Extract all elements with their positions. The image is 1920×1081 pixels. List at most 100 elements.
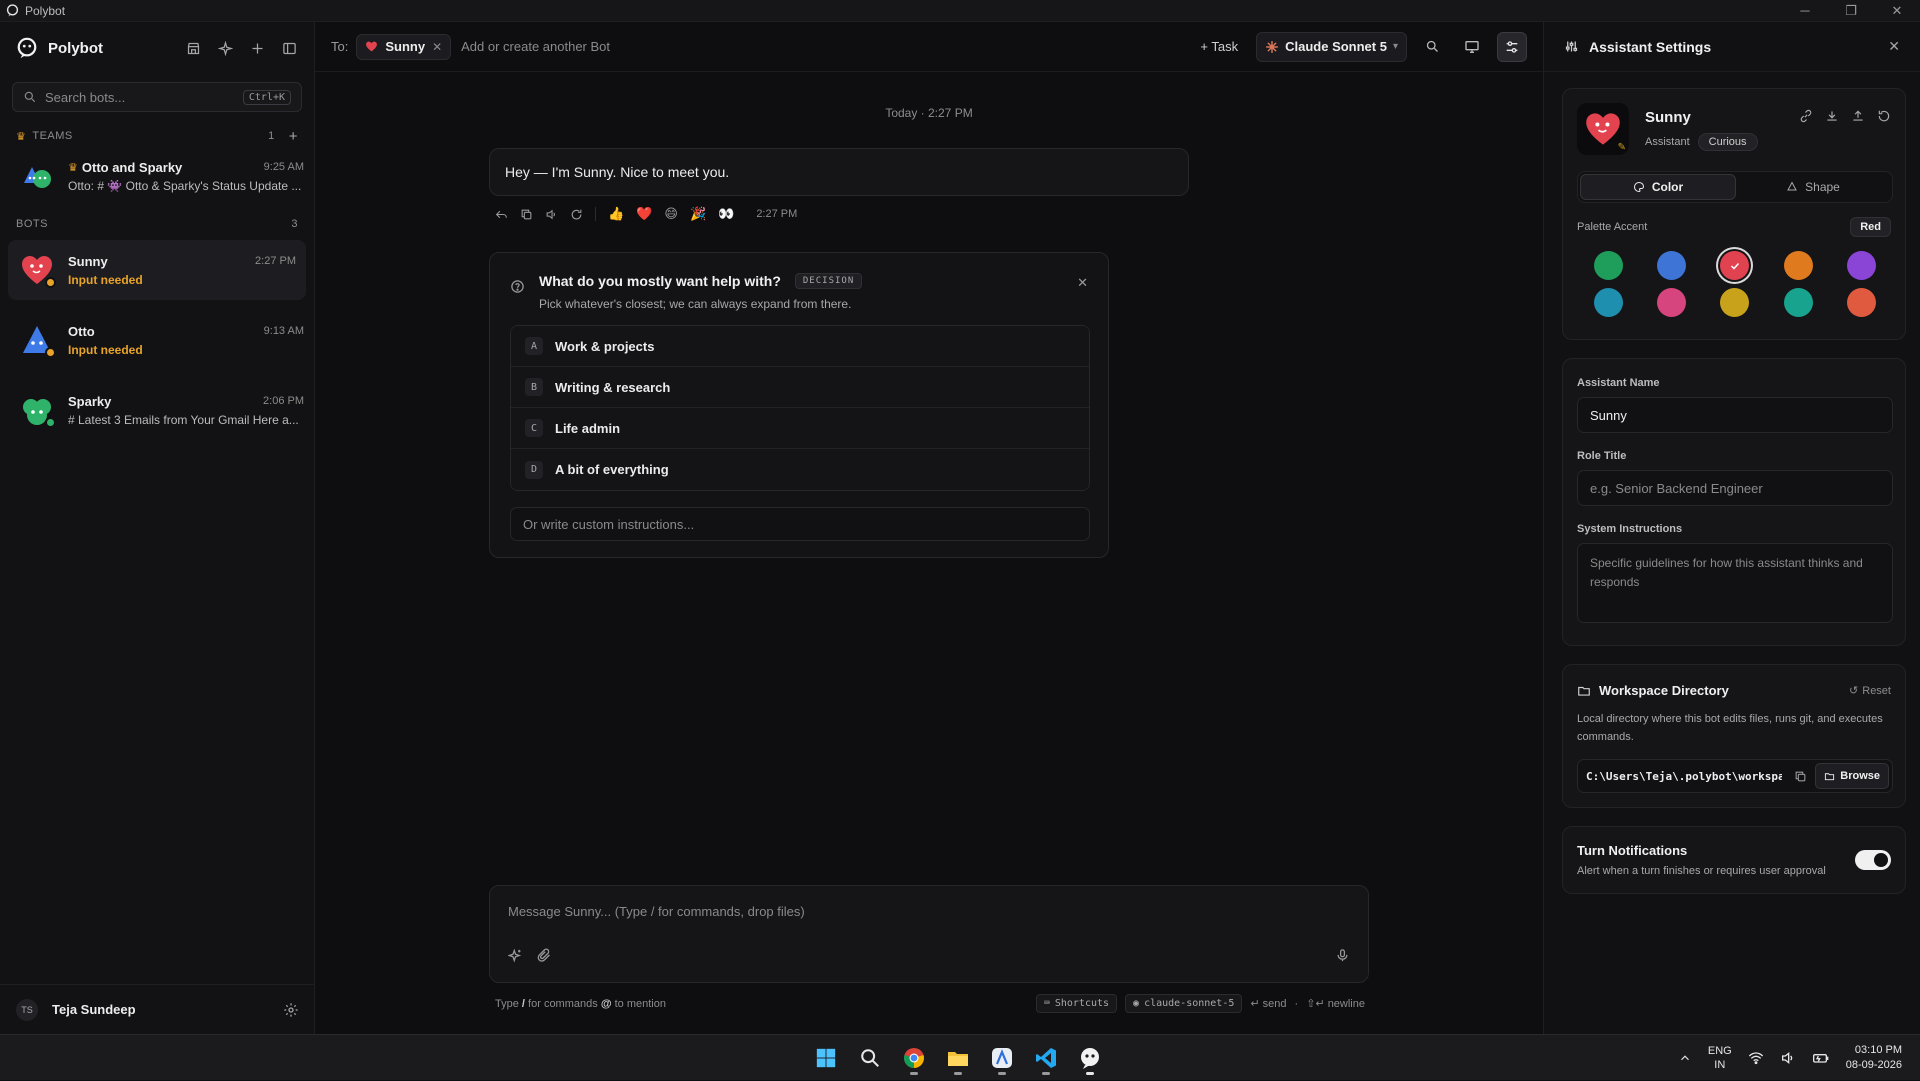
tab-shape[interactable]: Shape bbox=[1736, 174, 1890, 200]
notifications-toggle[interactable] bbox=[1855, 850, 1891, 870]
copy-path-icon[interactable] bbox=[1794, 770, 1807, 783]
add-team-button[interactable]: + bbox=[289, 128, 298, 145]
vscode-icon[interactable] bbox=[1030, 1039, 1062, 1077]
link-icon[interactable] bbox=[1799, 109, 1813, 123]
microphone-icon[interactable] bbox=[1335, 948, 1350, 963]
edit-pencil-icon[interactable]: ✎ bbox=[1618, 142, 1626, 153]
reset-icon[interactable] bbox=[1877, 109, 1891, 123]
color-swatch[interactable] bbox=[1720, 251, 1750, 280]
bot-time: 9:13 AM bbox=[263, 325, 304, 337]
remove-recipient-icon[interactable]: ✕ bbox=[432, 40, 442, 54]
workspace-path-input[interactable] bbox=[1586, 769, 1782, 783]
settings-panel-toggle-icon[interactable] bbox=[1497, 31, 1527, 62]
reaction-eyes[interactable]: 👀 bbox=[718, 206, 734, 222]
color-swatch[interactable] bbox=[1783, 288, 1813, 317]
language-code: ENG bbox=[1707, 1044, 1732, 1057]
bot-item-otto[interactable]: Otto 9:13 AM Input needed bbox=[0, 310, 314, 370]
bot-item-sparky[interactable]: Sparky 2:06 PM # Latest 3 Emails from Yo… bbox=[0, 380, 314, 440]
app-icon[interactable] bbox=[986, 1039, 1018, 1077]
reaction-thumbs-up[interactable]: 👍 bbox=[608, 206, 624, 222]
color-swatch[interactable] bbox=[1783, 251, 1813, 280]
role-title-input[interactable] bbox=[1577, 470, 1893, 506]
bot-item-sunny[interactable]: Sunny 2:27 PM Input needed bbox=[8, 240, 306, 300]
recipient-chip[interactable]: Sunny ✕ bbox=[356, 33, 452, 60]
running-indicator bbox=[954, 1072, 962, 1075]
battery-icon[interactable] bbox=[1812, 1050, 1830, 1066]
color-swatch[interactable] bbox=[1846, 251, 1876, 280]
close-window-button[interactable]: ✕ bbox=[1874, 0, 1920, 22]
message-input[interactable] bbox=[508, 904, 1328, 928]
speaker-icon[interactable] bbox=[545, 208, 558, 221]
user-name: Teja Sundeep bbox=[52, 1002, 136, 1017]
assistant-avatar[interactable]: ✎ bbox=[1577, 103, 1629, 155]
team-item-otto-and-sparky[interactable]: ♛ Otto and Sparky 9:25 AM Otto: # 👾 Otto… bbox=[0, 146, 314, 206]
reply-icon[interactable] bbox=[495, 208, 508, 221]
decision-tag: DECISION bbox=[794, 273, 863, 289]
color-swatch[interactable] bbox=[1657, 251, 1687, 280]
shortcuts-button[interactable]: ⌨ Shortcuts bbox=[1035, 994, 1118, 1013]
upload-icon[interactable] bbox=[1851, 109, 1865, 123]
language-indicator[interactable]: ENG IN bbox=[1708, 1044, 1732, 1073]
reaction-party[interactable]: 🎉 bbox=[690, 206, 706, 222]
chrome-icon[interactable] bbox=[898, 1039, 930, 1077]
tab-color[interactable]: Color bbox=[1580, 174, 1736, 200]
color-swatch[interactable] bbox=[1657, 288, 1687, 317]
message-time: 2:27 PM bbox=[756, 208, 798, 220]
search-icon[interactable] bbox=[854, 1039, 886, 1077]
color-swatch[interactable] bbox=[1594, 251, 1624, 280]
search-bots[interactable]: Ctrl+K bbox=[12, 82, 302, 112]
sparkle-tools-icon[interactable] bbox=[508, 948, 523, 963]
decision-option-b[interactable]: B Writing & research bbox=[511, 367, 1089, 408]
clock[interactable]: 03:10 PM 08-09-2026 bbox=[1846, 1043, 1902, 1073]
bot-name: Sparky bbox=[68, 393, 112, 409]
chevron-up-icon[interactable] bbox=[1678, 1051, 1692, 1065]
search-input[interactable] bbox=[45, 89, 235, 105]
bot-status: Input needed bbox=[68, 342, 143, 357]
decision-option-d[interactable]: D A bit of everything bbox=[511, 449, 1089, 490]
reaction-smile[interactable]: 😄 bbox=[664, 206, 678, 222]
regenerate-icon[interactable] bbox=[570, 208, 583, 221]
assistant-name-input[interactable] bbox=[1577, 397, 1893, 433]
download-icon[interactable] bbox=[1825, 109, 1839, 123]
store-icon[interactable] bbox=[184, 39, 202, 57]
polybot-taskbar-icon[interactable] bbox=[1074, 1039, 1106, 1077]
search-chat-icon[interactable] bbox=[1417, 32, 1447, 62]
chat-topbar: To: Sunny ✕ + Task Claude Sonnet 5 ▾ bbox=[315, 22, 1543, 72]
add-task-button[interactable]: + Task bbox=[1192, 32, 1246, 62]
window-titlebar: Polybot ─ ❐ ✕ bbox=[0, 0, 1920, 22]
hint-slash: / bbox=[521, 997, 525, 1010]
workspace-description: Local directory where this bot edits fil… bbox=[1577, 713, 1883, 743]
model-label: Claude Sonnet 5 bbox=[1285, 39, 1387, 54]
color-swatch[interactable] bbox=[1594, 288, 1624, 317]
paperclip-icon[interactable] bbox=[537, 948, 552, 963]
settings-gear-icon[interactable] bbox=[283, 1002, 299, 1018]
model-selector[interactable]: Claude Sonnet 5 ▾ bbox=[1256, 31, 1407, 62]
decision-option-c[interactable]: C Life admin bbox=[511, 408, 1089, 449]
wifi-icon[interactable] bbox=[1748, 1050, 1764, 1066]
windows-start-icon[interactable] bbox=[810, 1039, 842, 1077]
workspace-reset-button[interactable]: ↺ Reset bbox=[1849, 684, 1891, 698]
new-bot-button[interactable] bbox=[248, 39, 266, 57]
close-panel-icon[interactable]: ✕ bbox=[1888, 38, 1900, 55]
user-footer: TS Teja Sundeep bbox=[0, 984, 315, 1034]
monitor-icon[interactable] bbox=[1457, 32, 1487, 62]
color-swatch[interactable] bbox=[1846, 288, 1876, 317]
maximize-button[interactable]: ❐ bbox=[1828, 0, 1874, 22]
user-avatar[interactable]: TS bbox=[16, 998, 38, 1021]
toggle-sidebar-icon[interactable] bbox=[280, 39, 298, 57]
color-swatch[interactable] bbox=[1720, 288, 1750, 317]
system-instructions-input[interactable] bbox=[1577, 543, 1893, 623]
file-explorer-icon[interactable] bbox=[942, 1039, 974, 1077]
reaction-heart[interactable]: ❤️ bbox=[636, 206, 652, 222]
close-decision-icon[interactable]: ✕ bbox=[1077, 275, 1088, 291]
add-bot-input[interactable] bbox=[461, 39, 762, 54]
volume-icon[interactable] bbox=[1780, 1050, 1796, 1066]
sunny-avatar bbox=[20, 253, 56, 288]
copy-icon[interactable] bbox=[520, 208, 533, 221]
browse-button[interactable]: Browse bbox=[1815, 763, 1889, 789]
custom-instructions-input[interactable] bbox=[510, 507, 1090, 541]
decision-option-a[interactable]: A Work & projects bbox=[511, 326, 1089, 367]
mood-badge[interactable]: Curious bbox=[1697, 133, 1758, 151]
sparkle-icon[interactable] bbox=[216, 39, 234, 57]
minimize-button[interactable]: ─ bbox=[1782, 0, 1828, 22]
